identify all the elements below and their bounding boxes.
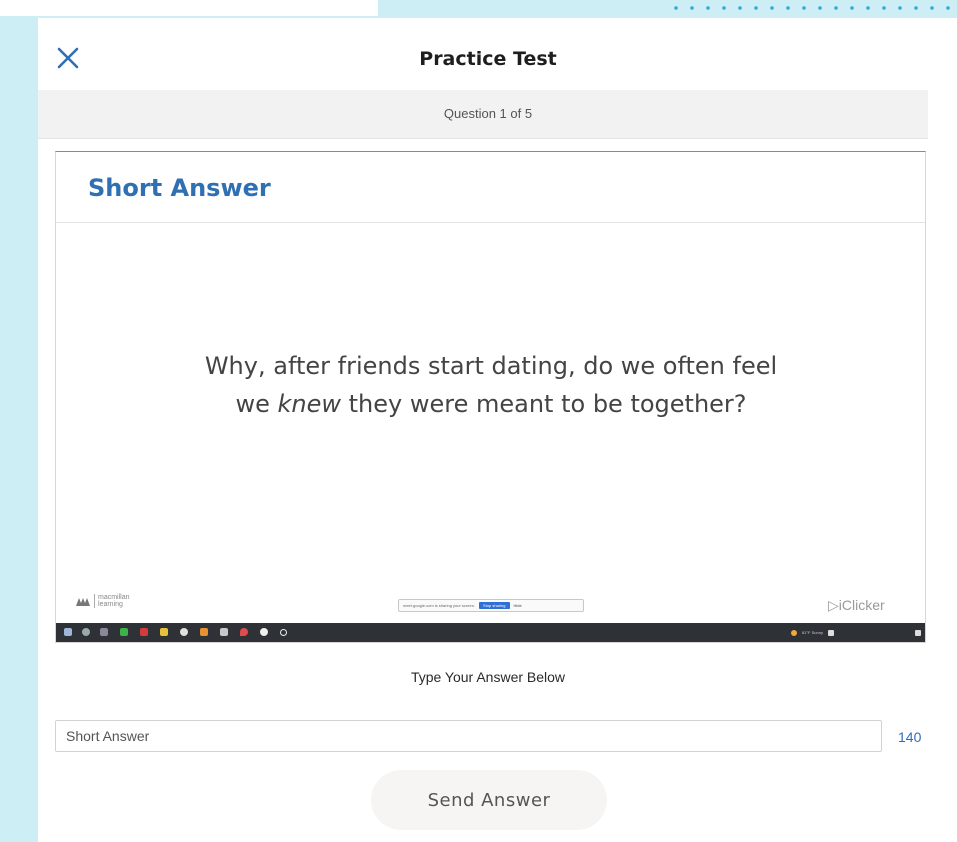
app-icon-orange xyxy=(200,628,208,636)
app-icon-yellow xyxy=(160,628,168,636)
question-progress-bar: Question 1 of 5 xyxy=(38,90,928,139)
screenshot-taskbar: 81°F Sunny xyxy=(56,623,925,642)
share-notice-text: meet.google.com is sharing your screen. xyxy=(403,603,476,608)
question-line2-after: they were meant to be together? xyxy=(341,390,747,418)
taskbar-weather: 81°F Sunny xyxy=(802,630,823,635)
question-slide-image: Short Answer Why, after friends start da… xyxy=(55,151,926,643)
search-icon xyxy=(82,628,90,636)
question-line2-before: we xyxy=(235,390,278,418)
header: Practice Test xyxy=(38,18,957,90)
page-title: Practice Test xyxy=(419,48,557,70)
question-line1: Why, after friends start dating, do we o… xyxy=(204,352,778,380)
slide-divider xyxy=(56,222,925,223)
taskbar-tray: 81°F Sunny xyxy=(791,623,921,642)
publisher-logo: macmillan learning xyxy=(76,594,138,608)
app-icon-green xyxy=(120,628,128,636)
play-icon: ▷ xyxy=(828,597,839,613)
backdrop-white-strip xyxy=(0,0,378,16)
character-count: 140 xyxy=(898,729,922,745)
answer-prompt: Type Your Answer Below xyxy=(410,669,566,685)
notification-icon xyxy=(915,629,921,636)
send-answer-button[interactable]: Send Answer xyxy=(371,770,607,830)
taskview-icon xyxy=(100,628,108,636)
short-answer-input[interactable] xyxy=(55,720,882,752)
stop-sharing-button: Stop sharing xyxy=(479,602,510,609)
question-text: Why, after friends start dating, do we o… xyxy=(116,347,866,423)
chrome-icon xyxy=(180,628,188,636)
question-emphasis: knew xyxy=(277,390,342,418)
app-icon-ring xyxy=(280,629,287,636)
iclicker-text: iClicker xyxy=(838,597,885,613)
app-icon-white xyxy=(260,628,268,636)
question-counter: Question 1 of 5 xyxy=(443,106,533,121)
tray-icons xyxy=(827,629,834,636)
hide-button: Hide xyxy=(513,603,522,608)
macmillan-logo-icon xyxy=(76,597,90,606)
screen-share-notice: meet.google.com is sharing your screen. … xyxy=(398,599,584,612)
weather-icon xyxy=(791,629,797,636)
practice-test-window: Practice Test Question 1 of 5 Short Answ… xyxy=(38,18,957,842)
decorative-dots xyxy=(668,3,957,13)
logo-text: macmillan learning xyxy=(94,594,138,608)
maps-icon xyxy=(240,628,248,636)
app-icon-red xyxy=(140,628,148,636)
slide-heading: Short Answer xyxy=(88,174,271,202)
iclicker-watermark: ▷iClicker xyxy=(828,597,885,614)
app-icon-grey xyxy=(220,628,228,636)
windows-icon xyxy=(64,628,72,636)
